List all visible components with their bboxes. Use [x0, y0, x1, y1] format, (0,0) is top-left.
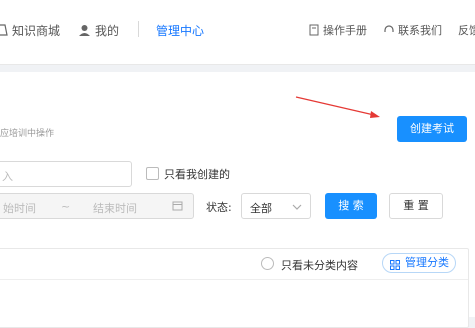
uncategorized-radio[interactable]: [261, 257, 274, 270]
chevron-down-icon: [292, 201, 302, 214]
contact-label: 联系我们: [398, 24, 442, 37]
exam-name-placeholder: 入: [2, 170, 13, 183]
uncategorized-label: 只看未分类内容: [281, 259, 358, 272]
shopping-icon: [0, 24, 8, 39]
exam-name-input[interactable]: 入: [0, 161, 132, 187]
status-select[interactable]: 全部: [241, 193, 311, 219]
feedback-label: 反馈: [458, 24, 475, 37]
status-label: 状态:: [206, 201, 232, 214]
range-separator: ~: [61, 200, 71, 213]
user-icon: [78, 24, 91, 40]
nav-item-mine[interactable]: 我的: [78, 22, 119, 40]
manual-link[interactable]: 操作手册: [309, 22, 367, 39]
main-content: 应培训中操作 创建考试 入 只看我创建的 始时间 ~ 结束时间 状态: 全部 搜…: [0, 72, 475, 328]
reset-button[interactable]: 重 置: [389, 193, 443, 219]
document-icon: [309, 24, 319, 39]
grid-icon: [390, 258, 400, 276]
nav-item-management-center[interactable]: 管理中心: [156, 22, 204, 39]
nav-divider: [138, 21, 139, 37]
status-value: 全部: [250, 202, 272, 215]
only-mine-checkbox[interactable]: [146, 167, 159, 180]
annotation-arrow: [295, 96, 380, 118]
feedback-link[interactable]: 反馈: [458, 22, 475, 38]
exam-list-panel: 只看未分类内容 管理分类: [0, 248, 469, 328]
nav-item-label: 知识商城: [12, 24, 61, 38]
search-button[interactable]: 搜 索: [325, 193, 377, 219]
calendar-icon: [172, 200, 183, 214]
manage-category-button[interactable]: 管理分类: [382, 253, 456, 273]
date-range-picker[interactable]: 始时间 ~ 结束时间: [0, 193, 194, 219]
list-header-divider: [0, 279, 468, 280]
top-nav-bar: 知识商城 我的 管理中心 操作手册 联系我们 反馈: [0, 0, 475, 65]
manage-category-label: 管理分类: [405, 256, 449, 269]
headset-icon: [384, 24, 394, 38]
page-tip: 应培训中操作: [0, 129, 55, 139]
contact-link[interactable]: 联系我们: [384, 22, 442, 38]
manual-label: 操作手册: [323, 24, 367, 37]
nav-item-label: 管理中心: [156, 24, 205, 38]
nav-item-knowledge-store[interactable]: 知识商城: [0, 22, 60, 39]
only-mine-label: 只看我创建的: [164, 168, 230, 181]
create-exam-button[interactable]: 创建考试: [397, 116, 467, 142]
start-date-placeholder: 始时间: [3, 202, 36, 215]
nav-item-label: 我的: [95, 24, 120, 38]
end-date-placeholder: 结束时间: [93, 202, 137, 215]
